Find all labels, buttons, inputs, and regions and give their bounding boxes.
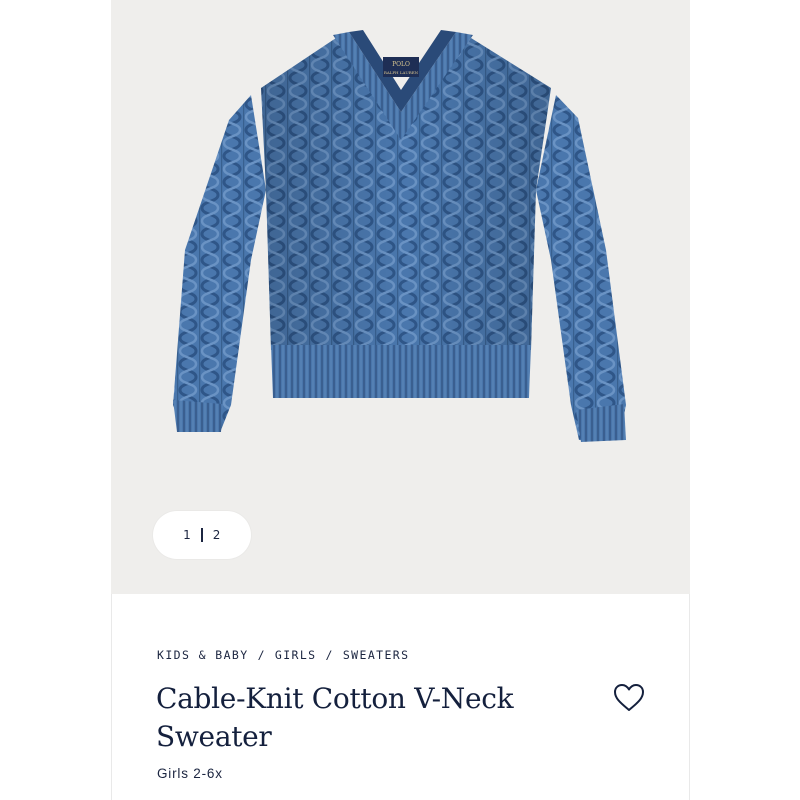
breadcrumb-separator: /	[257, 648, 266, 662]
pager-current: 1	[183, 528, 192, 542]
wishlist-button[interactable]	[612, 682, 646, 714]
product-title-line1: Cable-Knit Cotton V-Neck	[156, 682, 514, 715]
brand-label-line2: RALPH LAUREN	[384, 70, 419, 75]
page: POLO RALPH LAUREN 1 2 KIDS & BABY / GIRL…	[0, 0, 800, 800]
product-title-line2: Sweater	[156, 720, 272, 753]
sweater-illustration: POLO RALPH LAUREN	[173, 30, 626, 442]
heart-outline-icon	[614, 684, 644, 711]
pager-total: 2	[212, 528, 221, 542]
product-title: Cable-Knit Cotton V-Neck Sweater	[156, 680, 556, 756]
product-gallery[interactable]: POLO RALPH LAUREN 1 2	[111, 0, 690, 594]
image-pager[interactable]: 1 2	[153, 511, 251, 559]
breadcrumb: KIDS & BABY / GIRLS / SWEATERS	[157, 648, 409, 662]
brand-label-line1: POLO	[392, 61, 410, 68]
pager-divider	[201, 528, 203, 542]
breadcrumb-item-girls[interactable]: GIRLS	[275, 648, 317, 662]
breadcrumb-item-sweaters[interactable]: SWEATERS	[343, 648, 410, 662]
breadcrumb-separator: /	[325, 648, 334, 662]
product-image[interactable]: POLO RALPH LAUREN	[111, 0, 690, 594]
breadcrumb-item-kids-baby[interactable]: KIDS & BABY	[157, 648, 249, 662]
product-subtitle: Girls 2-6x	[157, 766, 223, 781]
